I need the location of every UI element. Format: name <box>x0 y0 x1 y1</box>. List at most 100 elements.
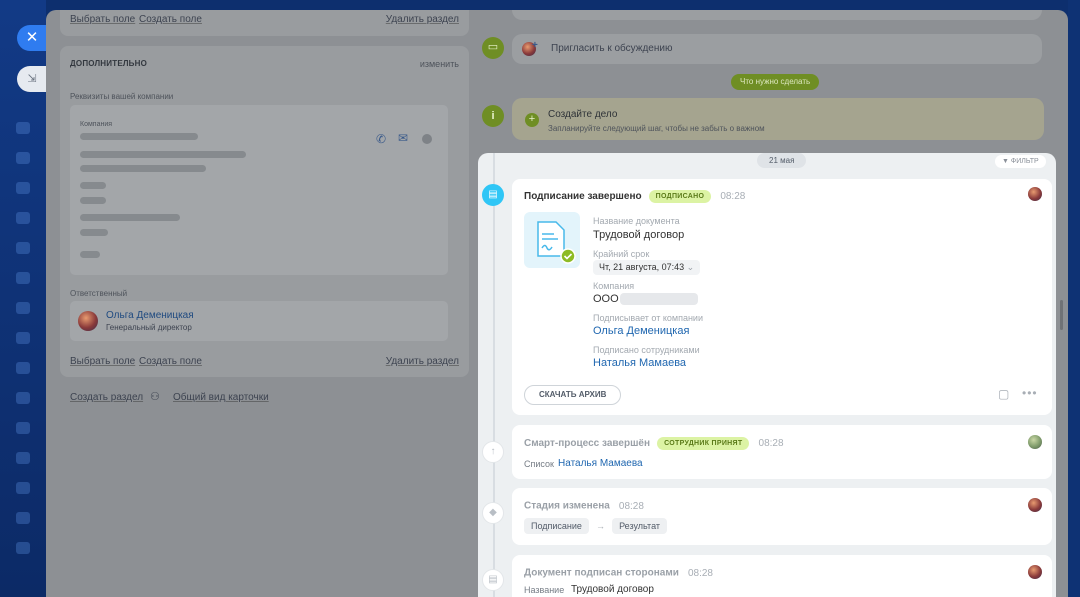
more-icon[interactable]: ••• <box>1022 386 1038 400</box>
card-view-icon: ⚇ <box>150 391 160 403</box>
doc-name: Трудовой договор <box>593 229 685 241</box>
menu-icon <box>16 332 30 344</box>
plus-icon[interactable]: + <box>525 113 539 127</box>
invite-text[interactable]: Пригласить к обсуждению <box>551 43 672 54</box>
create-field-link[interactable]: Создать поле <box>139 356 202 367</box>
create-task-title[interactable]: Создайте дело <box>548 109 617 120</box>
mail-icon[interactable]: ✉ <box>398 131 408 145</box>
signed-by-company[interactable]: Ольга Деменицкая <box>593 325 689 337</box>
responsible-label: Ответственный <box>70 289 128 298</box>
blurred-text <box>80 165 206 172</box>
card-title: Стадия изменена <box>524 500 610 512</box>
filter-label: ФИЛЬТР <box>1010 158 1039 165</box>
stage-changed-card: Стадия изменена 08:28 Подписание → Резул… <box>512 488 1052 545</box>
list-value[interactable]: Наталья Мамаева <box>558 458 643 469</box>
avatar <box>1028 435 1042 449</box>
stage-to: Результат <box>612 518 667 534</box>
left-sidebar: ✕ ⇲ <box>0 0 47 597</box>
smart-process-card: Смарт-процесс завершён СОТРУДНИК ПРИНЯТ … <box>512 425 1052 479</box>
timestamp: 08:28 <box>758 438 784 449</box>
menu-icon <box>16 482 30 494</box>
card-view-link[interactable]: Общий вид карточки <box>173 392 269 403</box>
avatar <box>78 311 98 331</box>
name-value: Трудовой договор <box>571 584 654 595</box>
delete-section-link[interactable]: Удалить раздел <box>386 356 459 367</box>
filter-button[interactable]: ▼ ФИЛЬТР <box>995 155 1046 168</box>
menu-icon <box>16 362 30 374</box>
top-section-card: Выбрать поле Создать поле Удалить раздел <box>60 10 469 36</box>
add-icon: + <box>532 40 538 51</box>
card-title: Смарт-процесс завершён <box>524 438 651 449</box>
doc-name-label: Название документа <box>593 216 680 226</box>
previous-card <box>512 10 1042 20</box>
card-title: Подписание завершено <box>524 191 642 202</box>
document-icon: ▤ <box>482 569 504 591</box>
invite-card[interactable]: + Пригласить к обсуждению <box>512 34 1042 64</box>
responsible-block[interactable]: Ольга Деменицкая Генеральный директор <box>70 301 448 341</box>
menu-icon <box>16 242 30 254</box>
avatar <box>1028 498 1042 512</box>
create-section-link[interactable]: Создать раздел <box>70 392 143 403</box>
timestamp: 08:28 <box>720 191 746 202</box>
chat-icon[interactable] <box>422 134 432 144</box>
pin-icon[interactable]: ⇲ <box>17 66 47 92</box>
deadline-text: Чт, 21 августа, 07:43 <box>599 262 685 272</box>
note-icon[interactable]: ▢ <box>998 387 1009 401</box>
arrow-right-icon: → <box>596 521 605 531</box>
stage-from: Подписание <box>524 518 589 534</box>
create-field-link[interactable]: Создать поле <box>139 14 202 25</box>
select-field-link[interactable]: Выбрать поле <box>70 356 135 367</box>
status-badge: ПОДПИСАНО <box>648 190 712 203</box>
signed-by-staff-label: Подписано сотрудниками <box>593 345 700 355</box>
company-label: Компания <box>80 121 113 128</box>
blurred-text <box>80 251 100 258</box>
menu-icon <box>16 212 30 224</box>
menu-icon <box>16 512 30 524</box>
menu-icon <box>16 152 30 164</box>
create-task-subtitle: Запланируйте следующий шаг, чтобы не заб… <box>548 124 765 133</box>
timestamp: 08:28 <box>618 500 644 512</box>
blurred-text <box>80 214 180 221</box>
blurred-text <box>80 197 106 204</box>
signed-by-staff[interactable]: Наталья Мамаева <box>593 357 686 369</box>
arrow-up-icon: ↑ <box>482 441 504 463</box>
right-strip <box>1068 0 1080 597</box>
blurred-text <box>620 293 698 305</box>
download-archive-button[interactable]: СКАЧАТЬ АРХИВ <box>524 385 622 405</box>
tag-icon: ◆ <box>482 502 504 524</box>
list-label: Список <box>524 459 554 469</box>
delete-section-link[interactable]: Удалить раздел <box>386 14 459 25</box>
blurred-text <box>80 182 106 189</box>
document-icon <box>537 221 576 264</box>
document-thumbnail <box>524 212 580 268</box>
close-icon[interactable]: ✕ <box>17 25 47 51</box>
signing-completed-card: Подписание завершено ПОДПИСАНО 08:28 Наз… <box>512 179 1052 415</box>
additional-section-card: ДОПОЛНИТЕЛЬНО изменить Реквизиты вашей к… <box>60 46 469 377</box>
todo-pill: Что нужно сделать <box>731 74 820 90</box>
menu-icon <box>16 452 30 464</box>
menu-icon <box>16 392 30 404</box>
requisites-label: Реквизиты вашей компании <box>70 92 174 101</box>
timeline-line <box>493 153 495 597</box>
avatar <box>1028 187 1042 201</box>
document-signed-card: Документ подписан сторонами 08:28 Назван… <box>512 555 1052 597</box>
menu-icon <box>16 182 30 194</box>
select-field-link[interactable]: Выбрать поле <box>70 14 135 25</box>
deadline-value[interactable]: Чт, 21 августа, 07:43 ⌄ <box>593 260 701 275</box>
signed-by-company-label: Подписывает от компании <box>593 313 703 323</box>
scrollbar[interactable] <box>1060 300 1063 330</box>
phone-icon[interactable]: ✆ <box>376 132 386 146</box>
date-separator: 21 мая <box>757 153 807 168</box>
responsible-name[interactable]: Ольга Деменицкая <box>106 310 194 321</box>
card-title: Документ подписан сторонами <box>524 567 679 579</box>
avatar <box>1028 565 1042 579</box>
create-task-card[interactable]: + Создайте дело Запланируйте следующий ш… <box>512 98 1044 140</box>
company-requisites-block[interactable]: Компания ✆ ✉ <box>70 105 448 275</box>
blurred-text <box>80 229 108 236</box>
status-badge: СОТРУДНИК ПРИНЯТ <box>657 437 750 450</box>
edit-section-link[interactable]: изменить <box>420 59 459 69</box>
company-value: ООО <box>593 293 619 305</box>
timeline-panel: 21 мая ▼ ФИЛЬТР ▤ Подписание завершено П… <box>478 153 1056 597</box>
info-icon: i <box>482 105 504 127</box>
menu-icon <box>16 122 30 134</box>
